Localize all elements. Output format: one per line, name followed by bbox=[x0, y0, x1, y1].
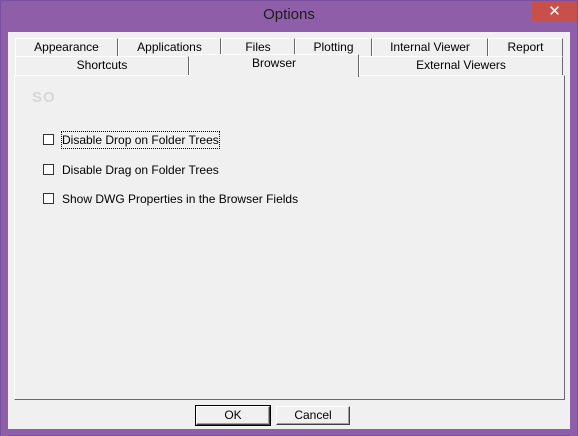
window-title: Options bbox=[263, 6, 315, 23]
show-dwg-properties-checkbox[interactable] bbox=[43, 193, 54, 204]
disable-drag-label[interactable]: Disable Drag on Folder Trees bbox=[62, 162, 219, 178]
browser-tab-panel: SO Disable Drop on Folder Trees Disable … bbox=[14, 75, 565, 400]
options-dialog: Options ✕ Appearance Applications Files … bbox=[0, 0, 578, 436]
tab-report[interactable]: Report bbox=[488, 38, 563, 57]
disable-drop-label[interactable]: Disable Drop on Folder Trees bbox=[61, 131, 220, 149]
close-icon: ✕ bbox=[548, 3, 561, 20]
tab-browser[interactable]: Browser bbox=[189, 54, 359, 77]
disable-drop-checkbox[interactable] bbox=[43, 134, 54, 145]
window-frame-left bbox=[1, 32, 8, 436]
title-bar[interactable]: Options ✕ bbox=[1, 1, 577, 32]
tab-external-viewers[interactable]: External Viewers bbox=[359, 56, 563, 75]
tab-internal-viewer[interactable]: Internal Viewer bbox=[372, 38, 488, 57]
show-dwg-properties-label[interactable]: Show DWG Properties in the Browser Field… bbox=[62, 191, 298, 207]
watermark-logo: SO bbox=[32, 89, 56, 106]
close-button[interactable]: ✕ bbox=[532, 1, 577, 22]
disable-drag-checkbox[interactable] bbox=[43, 164, 54, 175]
tab-appearance[interactable]: Appearance bbox=[15, 38, 118, 57]
tab-shortcuts[interactable]: Shortcuts bbox=[15, 56, 189, 75]
window-frame-right bbox=[570, 32, 577, 436]
ok-button[interactable]: OK bbox=[195, 405, 271, 426]
window-frame-bottom bbox=[1, 428, 577, 435]
cancel-button[interactable]: Cancel bbox=[276, 406, 350, 425]
dialog-client-area: Appearance Applications Files Plotting I… bbox=[8, 32, 570, 429]
